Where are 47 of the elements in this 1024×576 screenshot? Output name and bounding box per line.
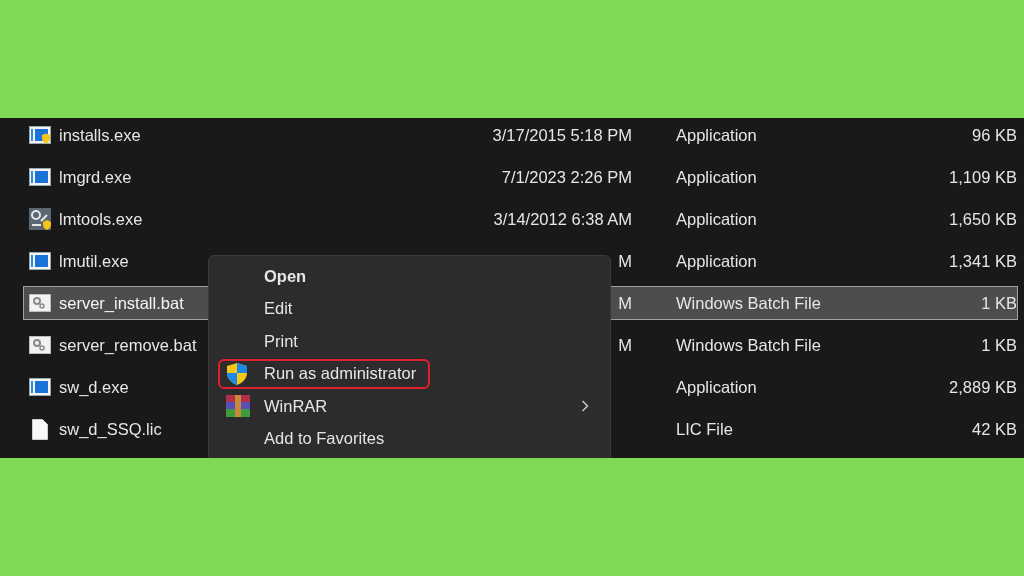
file-name[interactable]: lmutil.exe xyxy=(59,251,129,271)
gear-file-icon xyxy=(29,336,51,354)
menu-item[interactable]: WinRAR xyxy=(218,391,603,422)
menu-item[interactable]: Edit xyxy=(218,293,603,324)
window-shield-icon xyxy=(29,126,51,144)
file-type: Application xyxy=(676,251,757,270)
file-date: M xyxy=(618,293,632,313)
file-date: 3/17/2015 5:18 PM xyxy=(492,125,632,145)
file-type: Windows Batch File xyxy=(676,293,821,312)
document-icon xyxy=(29,418,51,440)
archive-books-icon xyxy=(226,395,250,418)
file-size: 1,109 KB xyxy=(949,167,1017,187)
file-date: 7/1/2023 2:26 PM xyxy=(501,167,632,187)
file-name[interactable]: lmtools.exe xyxy=(59,209,143,229)
menu-item[interactable]: Print xyxy=(218,326,603,357)
file-size: 1 KB xyxy=(981,335,1017,355)
file-type: Application xyxy=(676,209,757,228)
window-icon xyxy=(29,378,51,396)
file-type: LIC File xyxy=(676,419,733,438)
window-icon xyxy=(29,252,51,270)
file-name[interactable]: sw_d.exe xyxy=(59,377,129,397)
file-name[interactable]: server_remove.bat xyxy=(59,335,197,355)
file-date: M xyxy=(618,251,632,271)
gear-file-icon xyxy=(29,294,51,312)
file-size: 1 KB xyxy=(981,293,1017,313)
file-name[interactable]: sw_d_SSQ.lic xyxy=(59,419,162,439)
file-type: Windows Batch File xyxy=(676,335,821,354)
chevron-right-icon xyxy=(581,400,589,413)
menu-item[interactable]: Add to Favorites xyxy=(218,423,603,454)
file-size: 42 KB xyxy=(972,419,1017,439)
tools-icon xyxy=(29,208,51,230)
menu-item[interactable]: Run as administrator xyxy=(218,358,430,389)
file-date: M xyxy=(618,335,632,355)
file-type: Application xyxy=(676,167,757,186)
file-date: 3/14/2012 6:38 AM xyxy=(493,209,632,229)
file-size: 1,650 KB xyxy=(949,209,1017,229)
file-size: 1,341 KB xyxy=(949,251,1017,271)
file-size: 96 KB xyxy=(972,125,1017,145)
file-type: Application xyxy=(676,377,757,396)
file-size: 2,889 KB xyxy=(949,377,1017,397)
file-name[interactable]: lmgrd.exe xyxy=(59,167,132,187)
shield-icon xyxy=(226,361,248,386)
window-icon xyxy=(29,168,51,186)
file-name[interactable]: server_install.bat xyxy=(59,293,184,313)
menu-item[interactable]: Open xyxy=(218,261,603,291)
file-type: Application xyxy=(676,125,757,144)
file-name[interactable]: installs.exe xyxy=(59,125,141,145)
